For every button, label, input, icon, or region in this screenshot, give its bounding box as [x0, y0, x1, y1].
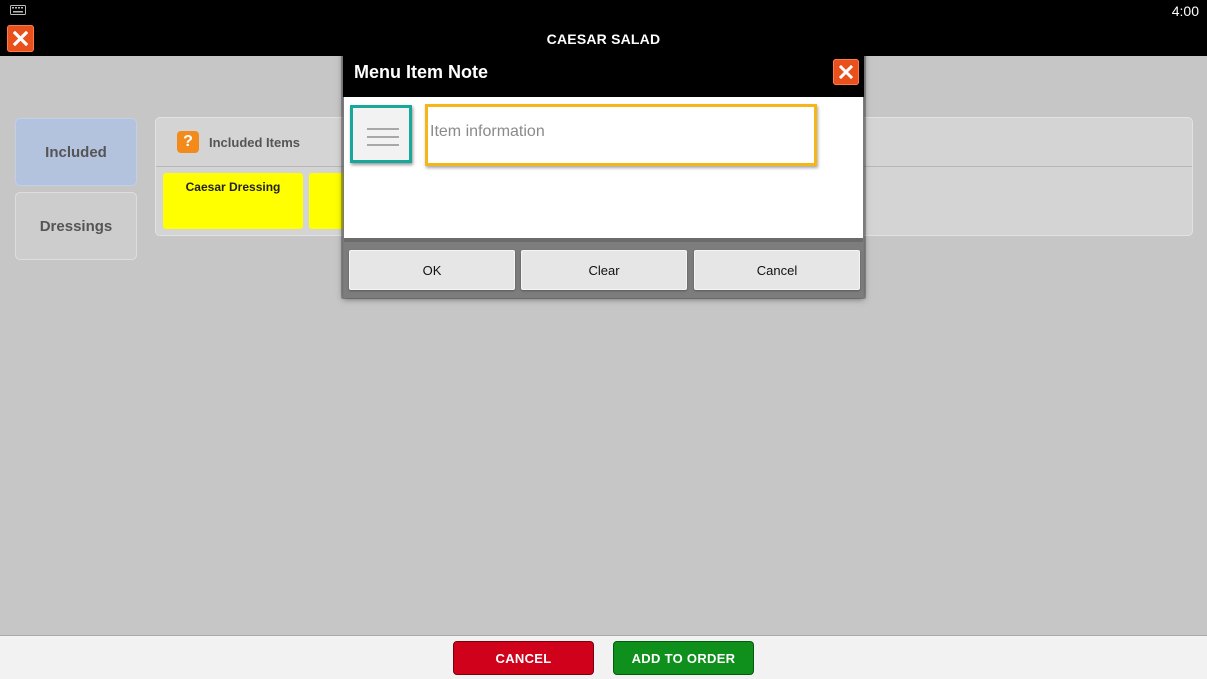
panel-title: Included Items — [209, 135, 301, 150]
close-icon — [839, 65, 853, 79]
menu-item-note-dialog: Menu Item Note OK Clear Cancel — [343, 47, 864, 298]
ok-button[interactable]: OK — [349, 250, 515, 290]
status-time: 4:00 — [1171, 3, 1199, 19]
dialog-title: Menu Item Note — [354, 62, 489, 82]
item-tile-caesar-dressing[interactable]: Caesar Dressing — [163, 173, 303, 229]
cancel-order-button[interactable]: CANCEL — [453, 641, 594, 675]
dialog-header: Menu Item Note — [343, 47, 864, 97]
tab-label: Included — [45, 143, 107, 161]
note-input-container — [425, 104, 817, 166]
status-bar: 4:00 — [0, 0, 1207, 22]
tab-dressings[interactable]: Dressings — [15, 192, 137, 260]
keyboard-icon — [10, 5, 26, 15]
tab-included[interactable]: Included — [15, 118, 137, 186]
dialog-footer: OK Clear Cancel — [344, 238, 863, 298]
item-tile-label: Caesar Dressing — [185, 180, 281, 194]
bottom-action-bar: CANCEL ADD TO ORDER — [0, 635, 1207, 679]
dialog-close-button[interactable] — [833, 59, 859, 85]
item-note-input[interactable] — [428, 107, 814, 163]
list-icon — [367, 128, 399, 152]
help-icon[interactable]: ? — [177, 131, 199, 153]
clear-button[interactable]: Clear — [521, 250, 687, 290]
dialog-body — [344, 97, 863, 238]
cancel-button[interactable]: Cancel — [694, 250, 860, 290]
add-to-order-button[interactable]: ADD TO ORDER — [613, 641, 754, 675]
tab-label: Dressings — [39, 217, 113, 235]
page-title: CAESAR SALAD — [546, 31, 661, 47]
preset-notes-button[interactable] — [350, 105, 412, 163]
